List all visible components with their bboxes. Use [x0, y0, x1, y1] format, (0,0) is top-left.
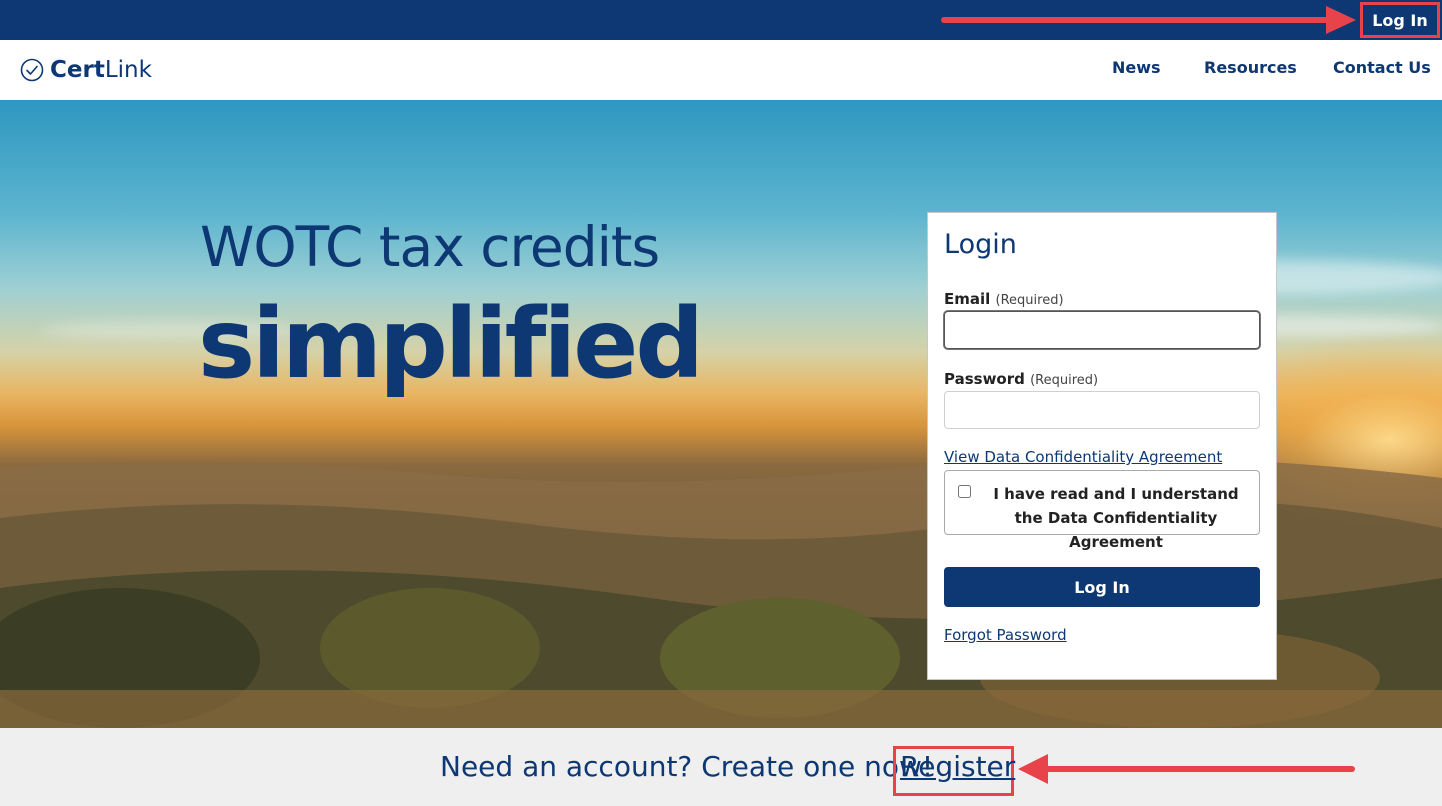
- register-link[interactable]: Register: [900, 750, 1015, 783]
- nav-news[interactable]: News: [1112, 58, 1161, 77]
- arrow-icon: [941, 6, 1356, 34]
- password-label: Password (Required): [944, 370, 1099, 388]
- brand-logo[interactable]: CertLink: [20, 55, 152, 85]
- brand-name: CertLink: [50, 57, 152, 83]
- check-circle-icon: [20, 58, 44, 82]
- agreement-checkbox-group: I have read and I understand the Data Co…: [944, 470, 1260, 551]
- login-title: Login: [944, 229, 1017, 260]
- arrow-icon: [1018, 754, 1355, 784]
- nav-contact-us[interactable]: Contact Us: [1333, 58, 1431, 77]
- email-label: Email (Required): [944, 290, 1064, 308]
- agreement-checkbox[interactable]: [958, 485, 971, 498]
- view-agreement-link[interactable]: View Data Confidentiality Agreement: [944, 448, 1222, 466]
- register-prompt: Need an account? Create one now!: [440, 750, 934, 783]
- hero-heading-line2: simplified: [198, 288, 704, 400]
- hero-heading-line1: WOTC tax credits: [200, 215, 660, 279]
- email-field[interactable]: [944, 311, 1260, 349]
- main-nav: CertLink News Resources Contact Us: [0, 40, 1442, 100]
- nav-resources[interactable]: Resources: [1204, 58, 1297, 77]
- forgot-password-link[interactable]: Forgot Password: [944, 626, 1067, 644]
- login-submit-button[interactable]: Log In: [944, 567, 1260, 607]
- top-login-button[interactable]: Log In: [1360, 2, 1440, 38]
- agreement-checkbox-label[interactable]: I have read and I understand the Data Co…: [981, 482, 1251, 554]
- password-field[interactable]: [944, 391, 1260, 429]
- login-card: Login Email (Required) Password (Require…: [927, 212, 1277, 680]
